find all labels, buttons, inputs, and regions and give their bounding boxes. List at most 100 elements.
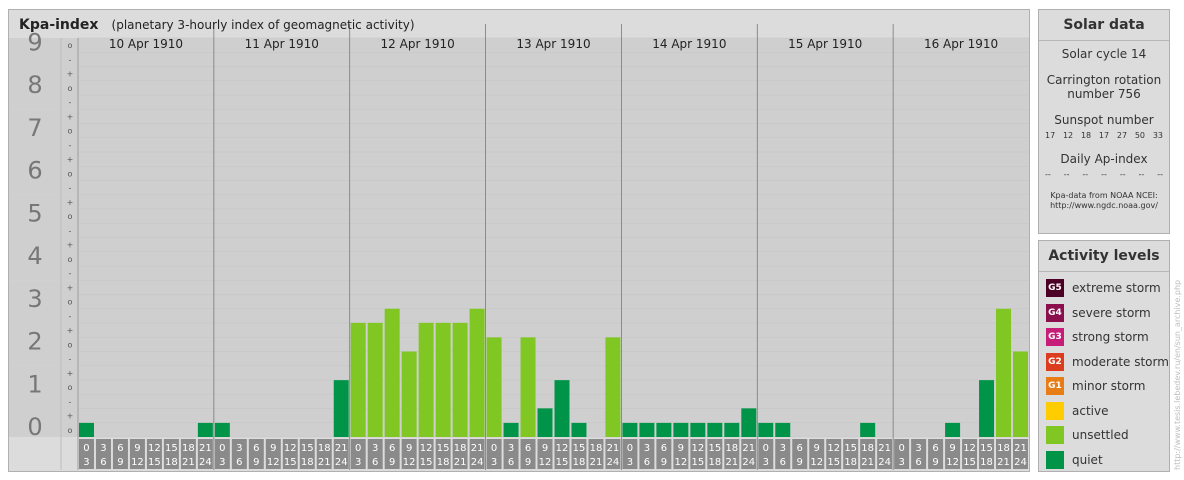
y-tick-label: 1	[27, 370, 42, 398]
time-start-label: 21	[607, 443, 620, 454]
legend-item-g1: G1 minor storm	[1039, 374, 1169, 399]
legend-swatch: G3	[1046, 328, 1064, 347]
time-end-label: 21	[182, 457, 195, 468]
legend-code: G2	[1048, 356, 1062, 367]
source-watermark: http://www.tesis.lebedev.ru/en/sun_archi…	[1173, 279, 1182, 470]
sunspot-value: 18	[1080, 131, 1092, 140]
legend-swatch: G4	[1046, 303, 1064, 322]
kp-bar	[707, 422, 723, 437]
legend-swatch	[1046, 426, 1064, 445]
ap-index-value: --	[1045, 170, 1051, 179]
time-start-label: 21	[878, 443, 891, 454]
kp-bar	[79, 422, 94, 437]
time-end-label: 24	[471, 457, 484, 468]
time-end-label: 15	[284, 457, 297, 468]
time-start-label: 15	[844, 443, 857, 454]
time-start-label: 21	[199, 443, 212, 454]
y-sub-label: o	[68, 212, 73, 221]
time-start-label: 18	[725, 443, 738, 454]
kp-bar	[639, 422, 655, 437]
time-end-label: 12	[403, 457, 416, 468]
time-start-label: 15	[980, 443, 993, 454]
time-start-label: 0	[355, 443, 361, 454]
time-start-label: 15	[165, 443, 178, 454]
legend-item-quiet: quiet	[1039, 448, 1169, 473]
time-start-label: 0	[763, 443, 769, 454]
time-start-label: 18	[454, 443, 467, 454]
time-start-label: 15	[437, 443, 450, 454]
y-tick-label: 3	[27, 285, 42, 313]
day-label: 16 Apr 1910	[924, 37, 998, 51]
y-sub-label: -	[69, 226, 72, 235]
time-end-label: 12	[810, 457, 823, 468]
legend-label: minor storm	[1072, 379, 1146, 394]
ap-index-value: --	[1063, 170, 1070, 179]
y-tick-label: 2	[27, 328, 42, 356]
kp-bar	[214, 422, 230, 437]
credit-line1: Kpa-data from NOAA NCEI:	[1050, 191, 1158, 200]
y-sub-label: +	[67, 283, 74, 292]
chart-title-main: Kpa-index	[19, 17, 99, 33]
sunspot-value: 12	[1062, 131, 1074, 140]
legend-label: quiet	[1072, 452, 1103, 467]
time-end-label: 18	[437, 457, 450, 468]
ap-index-value: --	[1138, 170, 1145, 179]
ap-index-value: --	[1157, 170, 1163, 179]
kpa-chart: 0123456789o+-o+-o+-o+-o+-o+-o+-o+-o+-o 10…	[9, 24, 1029, 470]
y-sub-label: -	[69, 55, 72, 64]
y-sub-label: o	[68, 340, 73, 349]
kp-bar	[401, 351, 417, 437]
time-start-label: 3	[508, 443, 514, 454]
kp-bar	[486, 337, 502, 437]
time-end-label: 15	[148, 457, 161, 468]
y-sub-label: +	[67, 369, 74, 378]
time-end-label: 3	[83, 457, 89, 468]
level-band	[9, 280, 1029, 323]
time-end-label: 15	[963, 457, 976, 468]
time-start-label: 6	[253, 443, 259, 454]
kpa-chart-panel: 0 1 2 3 4 5 6 7 8 9 o + - o + - o + - o + - o + - o + - o + - o + - o + - o 10…	[8, 9, 1030, 472]
y-tick-label: 4	[27, 242, 42, 270]
time-end-label: 18	[573, 457, 586, 468]
time-end-label: 24	[335, 457, 348, 468]
time-end-label: 15	[556, 457, 569, 468]
kp-bar	[656, 422, 672, 437]
sunspot-values: 17 12 18 17 27 50 33	[1039, 131, 1169, 140]
legend-code: G1	[1048, 381, 1062, 392]
legend-item-g5: G5 extreme storm	[1039, 276, 1169, 301]
kp-bar	[469, 308, 485, 437]
sunspot-value: 33	[1152, 131, 1163, 140]
time-start-label: 6	[525, 443, 531, 454]
time-end-label: 21	[861, 457, 874, 468]
day-label: 11 Apr 1910	[245, 37, 319, 51]
kp-bar	[333, 380, 349, 437]
solar-data-title: Solar data	[1039, 10, 1169, 41]
y-sub-label: o	[68, 255, 73, 264]
time-end-label: 24	[878, 457, 891, 468]
time-end-label: 6	[372, 457, 378, 468]
time-end-label: 3	[898, 457, 904, 468]
time-end-label: 12	[539, 457, 552, 468]
legend-item-g2: G2 moderate storm	[1039, 350, 1169, 375]
credit-link[interactable]: http://www.ngdc.noaa.gov/	[1039, 201, 1169, 211]
kp-bar	[860, 422, 876, 437]
y-sub-label: -	[69, 397, 72, 406]
legend-code: G5	[1048, 283, 1062, 294]
time-start-label: 12	[691, 443, 704, 454]
carrington-line2: number 756	[1067, 87, 1141, 101]
kp-bar	[520, 337, 536, 437]
time-end-label: 9	[117, 457, 123, 468]
time-end-label: 12	[267, 457, 280, 468]
legend-swatch	[1046, 450, 1064, 469]
time-end-label: 6	[644, 457, 650, 468]
kp-bar	[435, 322, 451, 437]
kp-bar	[979, 380, 995, 437]
time-start-label: 3	[644, 443, 650, 454]
legend-code: G3	[1048, 332, 1062, 343]
kp-bar	[622, 422, 638, 437]
y-tick-label: 6	[27, 157, 42, 185]
time-end-label: 12	[946, 457, 959, 468]
time-end-label: 9	[932, 457, 938, 468]
ap-index-value: --	[1119, 170, 1126, 179]
kp-bar	[775, 422, 791, 437]
